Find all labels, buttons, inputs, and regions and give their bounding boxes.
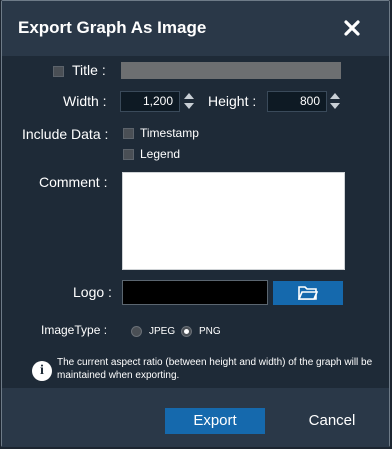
legend-label: Legend	[140, 147, 181, 161]
close-button[interactable]	[339, 15, 365, 41]
folder-open-icon	[298, 286, 318, 300]
jpeg-radio[interactable]	[131, 326, 142, 337]
include-data-label: Include Data :	[22, 126, 109, 142]
logo-label: Logo :	[73, 284, 112, 300]
height-input[interactable]: 800	[267, 91, 327, 112]
logo-input[interactable]	[122, 280, 268, 305]
title-checkbox[interactable]	[53, 66, 64, 77]
info-text: The current aspect ratio (between height…	[57, 357, 373, 381]
jpeg-label: JPEG	[149, 326, 176, 337]
comment-textarea[interactable]	[122, 172, 345, 270]
export-dialog: Export Graph As Image Title : Width : 1,…	[1, 0, 390, 447]
info-icon: i	[32, 361, 52, 381]
dialog-titlebar: Export Graph As Image	[2, 1, 389, 56]
png-label: PNG	[199, 326, 221, 337]
close-x-icon	[344, 20, 360, 36]
export-button[interactable]: Export	[165, 408, 265, 434]
title-input[interactable]	[121, 62, 341, 79]
width-spinner[interactable]	[183, 91, 195, 111]
dialog-body: Title : Width : 1,200 Height : 800 Inclu…	[2, 56, 389, 388]
dialog-title: Export Graph As Image	[18, 18, 207, 37]
width-label: Width :	[63, 93, 107, 109]
height-label: Height :	[208, 93, 257, 109]
cancel-button[interactable]: Cancel	[292, 408, 372, 434]
title-label: Title :	[72, 62, 106, 78]
timestamp-label: Timestamp	[140, 126, 199, 140]
height-spinner[interactable]	[329, 91, 341, 111]
width-input[interactable]: 1,200	[120, 91, 180, 112]
png-radio[interactable]	[181, 326, 192, 337]
legend-checkbox[interactable]	[123, 149, 134, 160]
dialog-footer: Export Cancel	[2, 388, 389, 447]
image-type-label: ImageType :	[41, 323, 108, 337]
browse-logo-button[interactable]	[273, 281, 343, 305]
timestamp-checkbox[interactable]	[123, 128, 134, 139]
comment-label: Comment :	[39, 174, 108, 190]
